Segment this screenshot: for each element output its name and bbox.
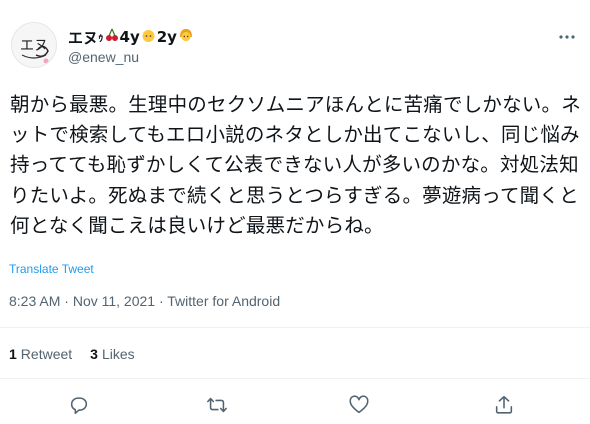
heart-icon [349,395,369,414]
retweets-label: Retweet [20,346,73,362]
retweet-icon [207,397,227,413]
retweets-stat[interactable]: 1 Retweet [9,346,72,362]
share-icon [495,395,513,414]
likes-label: Likes [101,346,135,362]
like-button[interactable] [346,392,372,418]
meta-separator: · [64,293,69,309]
reply-icon [70,397,88,415]
badge-2-text: 2y [156,28,177,46]
avatar-drawing: エヌ [12,23,56,67]
divider [0,327,590,328]
action-bar [0,384,590,424]
translate-tweet-link[interactable]: Translate Tweet [9,262,94,276]
display-name-text: エヌ [68,28,99,47]
user-handle[interactable]: @enew_nu [68,49,139,65]
reply-button[interactable] [66,392,92,418]
badge-1-text: 4y [119,28,140,46]
meta-separator: · [158,293,164,309]
baby-emoji [141,28,156,47]
divider [0,378,590,379]
likes-count: 3 [90,346,98,362]
avatar[interactable]: エヌ [11,22,57,68]
girl-emoji [178,28,194,47]
tweet-card: エヌ エヌ ｩ 4y 2y @enew_nu 朝から最悪。生理中のセクソムニアほ… [0,0,590,422]
tweet-meta: 8:23 AM · Nov 11, 2021 · Twitter for And… [9,293,280,309]
more-options-button[interactable] [556,26,578,48]
tweet-text: 朝から最悪。生理中のセクソムニアほんとに苦痛でしかない。ネットで検索してもエロ小… [10,93,581,237]
display-name[interactable]: エヌ ｩ 4y 2y [68,27,195,47]
likes-stat[interactable]: 3 Likes [90,346,134,362]
tweet-date[interactable]: Nov 11, 2021 [73,293,155,309]
share-button[interactable] [491,392,517,418]
tweet-time[interactable]: 8:23 AM [9,293,60,309]
engagement-stats: 1 Retweet 3 Likes [9,346,135,362]
retweet-button[interactable] [204,392,230,418]
tweet-source[interactable]: Twitter for Android [167,293,280,309]
cherries-emoji [105,28,119,46]
display-name-small-kana: ｩ [98,31,104,44]
more-horizontal-icon [559,35,575,39]
retweets-count: 1 [9,346,17,362]
